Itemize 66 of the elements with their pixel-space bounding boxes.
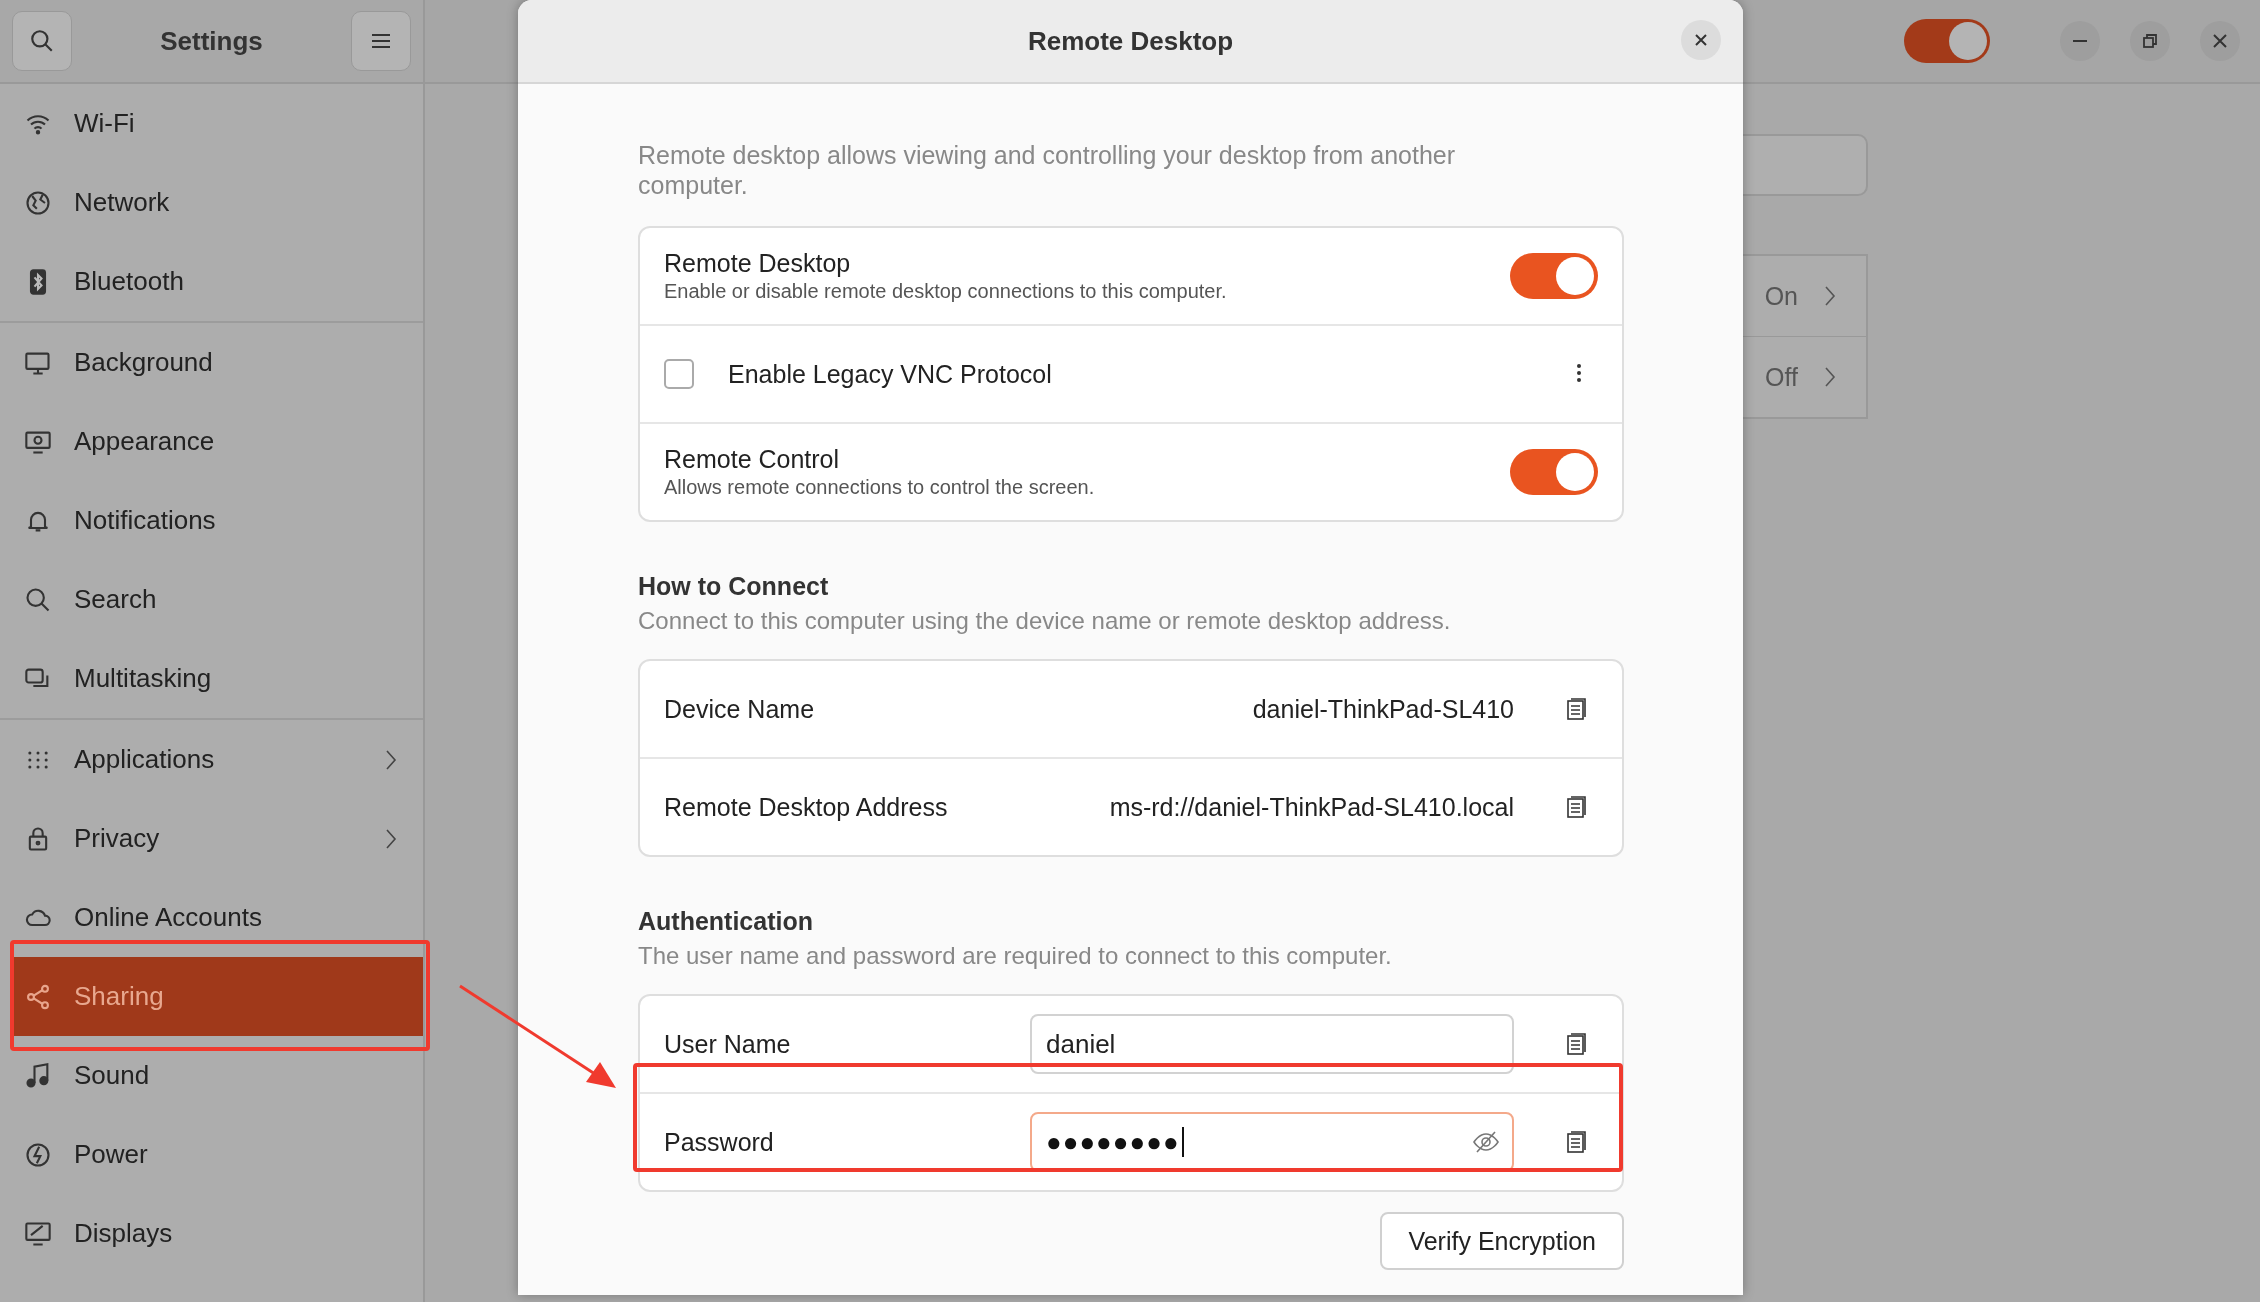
copy-icon bbox=[1566, 698, 1586, 720]
row-label: Remote Desktop Address bbox=[664, 792, 949, 822]
window-title: Settings bbox=[160, 25, 263, 57]
restore-button[interactable] bbox=[2130, 21, 2170, 61]
sidebar-item[interactable]: Search bbox=[0, 560, 423, 639]
close-icon bbox=[2211, 32, 2229, 50]
checkbox-label: Enable Legacy VNC Protocol bbox=[728, 359, 1053, 389]
section-heading: How to Connect bbox=[638, 572, 830, 601]
share-icon bbox=[24, 982, 52, 1011]
toggle-switch[interactable] bbox=[1510, 253, 1598, 299]
row-label: Device Name bbox=[664, 694, 816, 724]
description-text: Remote desktop allows viewing and controlling your desktop from another computer. bbox=[638, 140, 1457, 200]
sidebar-item[interactable]: Online Accounts bbox=[0, 878, 423, 957]
row-value: On bbox=[1764, 281, 1798, 311]
checkbox[interactable] bbox=[664, 359, 694, 389]
sidebar-item[interactable]: Bluetooth bbox=[0, 242, 423, 321]
sidebar-item[interactable]: Background bbox=[0, 323, 423, 402]
row-value: daniel-ThinkPad-SL410 bbox=[1252, 694, 1514, 724]
search-icon bbox=[29, 28, 55, 54]
sidebar-item[interactable]: Wi-Fi bbox=[0, 84, 423, 163]
restore-icon bbox=[2142, 33, 2158, 49]
sidebar-item[interactable]: Sound bbox=[0, 1036, 423, 1115]
row-value: ms-rd://daniel-ThinkPad-SL410.local bbox=[1109, 792, 1514, 822]
verify-encryption-button[interactable]: Verify Encryption bbox=[1380, 1212, 1624, 1270]
field-label: Password bbox=[664, 1127, 775, 1157]
option-description: Enable or disable remote desktop connections to this computer. bbox=[664, 280, 1228, 303]
search-button[interactable] bbox=[12, 11, 72, 71]
sidebar-item[interactable]: Network bbox=[0, 163, 423, 242]
sidebar-item[interactable]: Multitasking bbox=[0, 639, 423, 718]
input-field[interactable]: daniel bbox=[1030, 1014, 1514, 1074]
section-heading: Authentication bbox=[638, 907, 814, 936]
close-icon bbox=[1693, 32, 1709, 48]
option-title: Remote Control bbox=[664, 445, 841, 474]
chevron-icon bbox=[385, 827, 397, 850]
sidebar-item[interactable]: Appearance bbox=[0, 402, 423, 481]
option-description: Allows remote connections to control the screen. bbox=[664, 476, 1096, 499]
field-label: User Name bbox=[664, 1029, 792, 1059]
minimize-icon bbox=[2073, 40, 2087, 42]
section-description: The user name and password are required to connect to this computer. bbox=[638, 942, 1393, 970]
display-icon bbox=[24, 1219, 52, 1248]
chevron-icon bbox=[385, 748, 397, 771]
hide-password-icon[interactable] bbox=[1472, 1130, 1500, 1154]
option-title: Remote Desktop bbox=[664, 249, 852, 278]
sidebar-item[interactable]: Privacy bbox=[0, 799, 423, 878]
copy-icon bbox=[1566, 1131, 1586, 1153]
copy-icon bbox=[1566, 1033, 1586, 1055]
sidebar-item[interactable]: Notifications bbox=[0, 481, 423, 560]
chevron-icon bbox=[1824, 285, 1836, 307]
dialog-title: Remote Desktop bbox=[1027, 25, 1234, 57]
globe-icon bbox=[24, 188, 52, 217]
section-description: Connect to this computer using the device name or remote desktop address. bbox=[638, 607, 1452, 635]
search-icon bbox=[24, 585, 52, 614]
sidebar-item[interactable]: Displays bbox=[0, 1194, 423, 1273]
menu-icon bbox=[370, 31, 392, 51]
power-icon bbox=[24, 1140, 52, 1169]
more-icon bbox=[1576, 362, 1582, 383]
copy-icon bbox=[1566, 796, 1586, 818]
sidebar-item[interactable]: Power bbox=[0, 1115, 423, 1194]
close-button[interactable] bbox=[2200, 21, 2240, 61]
close-button[interactable] bbox=[1681, 20, 1721, 60]
toggle-switch[interactable] bbox=[1510, 449, 1598, 495]
chevron-icon bbox=[1824, 366, 1836, 388]
toggle-switch[interactable] bbox=[1904, 19, 1990, 63]
menu-button[interactable] bbox=[351, 11, 411, 71]
row-value: Off bbox=[1765, 362, 1798, 392]
sidebar-item[interactable]: Applications bbox=[0, 720, 423, 799]
